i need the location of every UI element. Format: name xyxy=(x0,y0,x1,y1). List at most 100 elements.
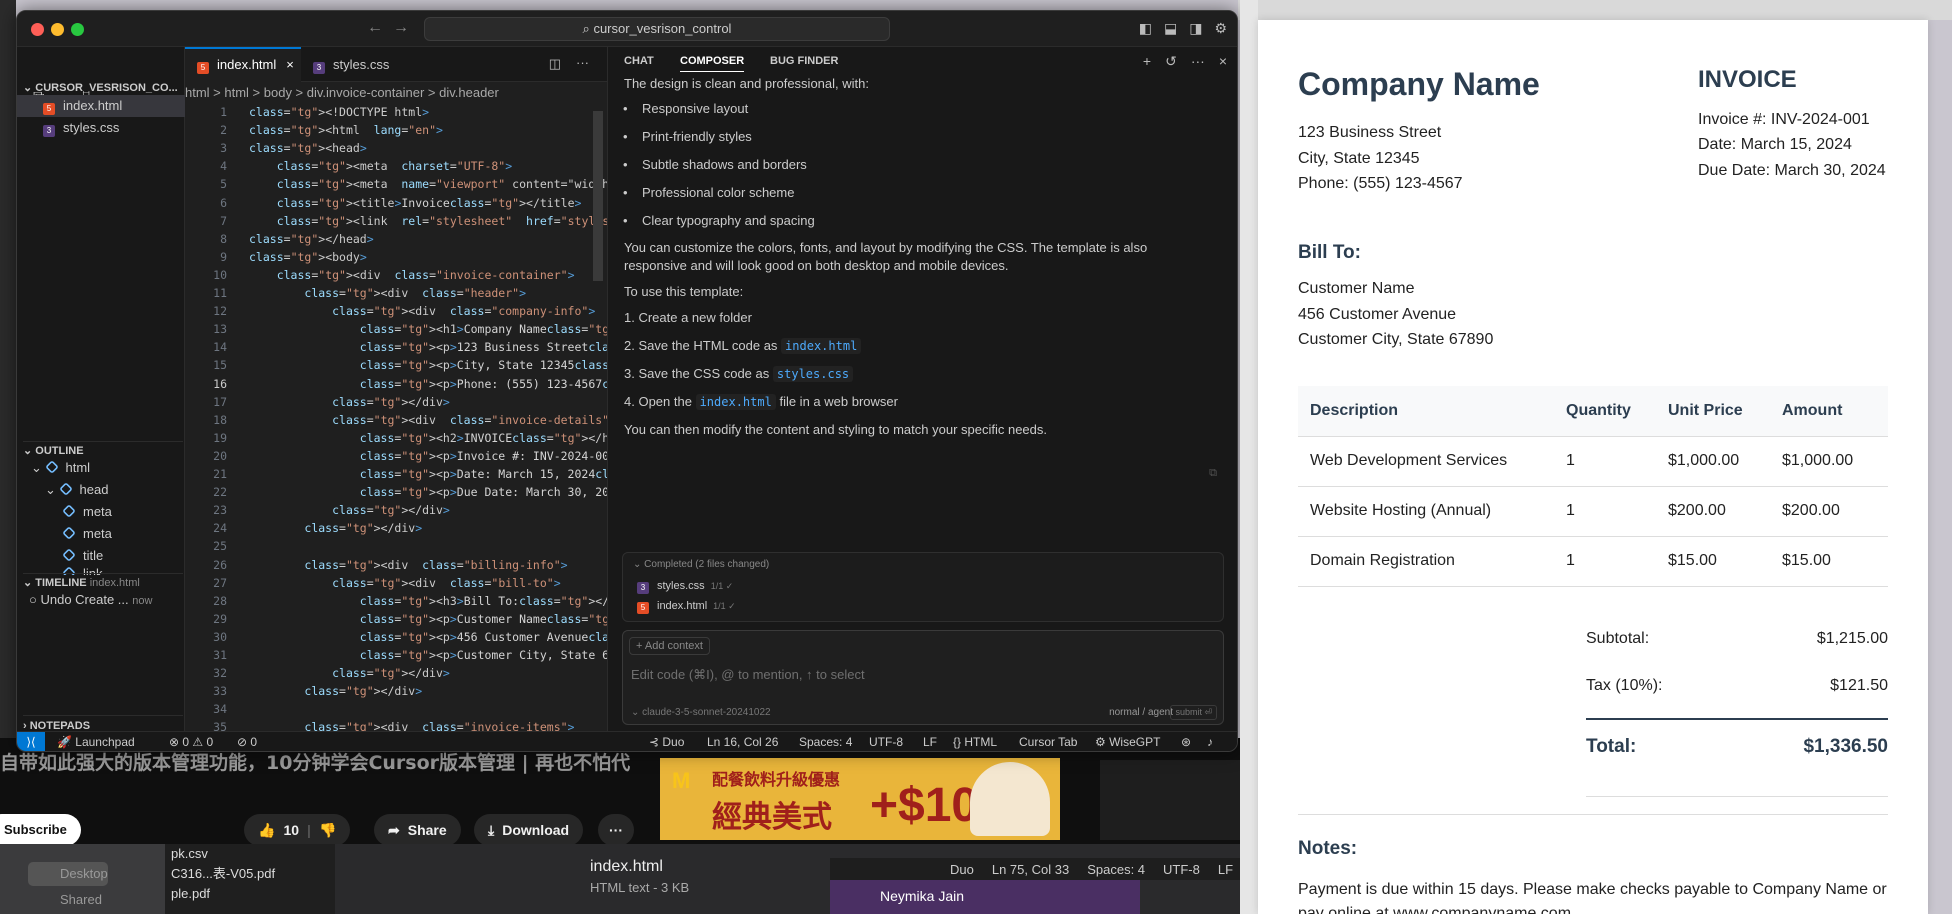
code-line[interactable]: class="tg"><div class="invoice-details"> xyxy=(249,413,607,427)
settings-gear-icon[interactable]: ⚙ xyxy=(1214,20,1227,37)
toggle-sidebar-icon[interactable]: ◧ xyxy=(1139,20,1152,37)
code-line[interactable]: class="tg"><div class="invoice-items"> xyxy=(249,720,574,731)
toggle-secondary-sidebar-icon[interactable]: ◨ xyxy=(1189,20,1202,37)
outline-item[interactable]: ⌄ html xyxy=(17,457,185,479)
tab-composer[interactable]: COMPOSER xyxy=(680,55,745,72)
code-line[interactable]: class="tg"></div> xyxy=(249,684,422,698)
code-line[interactable]: class="tg"><p>Date: March 15, 2024class=… xyxy=(249,467,607,481)
inline-code[interactable]: index.html xyxy=(781,338,862,354)
code-area[interactable]: 1 class="tg"><!DOCTYPE html> 2 class="tg"><… xyxy=(185,104,607,731)
finder-item-desktop[interactable]: Desktop xyxy=(28,862,108,886)
breadcrumb[interactable]: html > html > body > div.invoice-contain… xyxy=(185,82,607,104)
maximize-window-button[interactable] xyxy=(71,23,84,36)
tab-styles-css[interactable]: 3 styles.css xyxy=(301,47,411,82)
thumbs-down-icon[interactable]: 👎 xyxy=(319,814,336,846)
model-selector[interactable]: ⌄ claude-3-5-sonnet-20241022 xyxy=(631,707,771,718)
timeline-entry[interactable]: ○ Undo Create ... now xyxy=(17,589,185,611)
cursor-position[interactable]: Ln 16, Col 26 xyxy=(707,732,778,751)
ports-indicator[interactable]: ⊘ 0 xyxy=(237,732,257,751)
timeline-header[interactable]: ⌄ TIMELINE index.html xyxy=(23,573,183,589)
code-line[interactable]: class="tg"><p>Due Date: March 30, 2024cl… xyxy=(249,485,607,499)
close-tab-icon[interactable]: × xyxy=(286,57,294,72)
copilot-icon[interactable]: ⊛ xyxy=(1181,732,1191,751)
code-line[interactable]: class="tg"><p>City, State 12345class="tg… xyxy=(249,358,607,372)
file-styles-css[interactable]: 3 styles.css xyxy=(17,117,185,139)
code-line[interactable]: class="tg"><div class="bill-to"> xyxy=(249,576,561,590)
tab-index-html[interactable]: 5 index.html × xyxy=(185,47,301,82)
code-line[interactable]: class="tg"><meta name="viewport" content… xyxy=(249,177,607,191)
tab-bug-finder[interactable]: BUG FINDER xyxy=(770,55,838,67)
finder-file[interactable]: pk.csv xyxy=(165,844,335,864)
tab-chat[interactable]: CHAT xyxy=(624,55,654,67)
cursor-tab-toggle[interactable]: Cursor Tab xyxy=(1019,732,1077,751)
history-icon[interactable]: ↺ xyxy=(1165,53,1177,70)
code-line[interactable]: class="tg"><div class="header"> xyxy=(249,286,526,300)
forward-arrow-icon[interactable]: → xyxy=(393,19,409,37)
finder-item-shared[interactable]: Shared xyxy=(28,888,102,912)
code-line[interactable]: class="tg"><p>456 Customer Avenueclass="… xyxy=(249,630,607,644)
changed-file[interactable]: 5 index.html 1/1 ✓ xyxy=(637,600,736,614)
code-line[interactable]: class="tg"><head> xyxy=(249,141,367,155)
notifications-bell-icon[interactable]: ♪ xyxy=(1207,732,1213,751)
share-button[interactable]: ➦ Share xyxy=(374,814,461,846)
plus-icon[interactable]: + xyxy=(1143,53,1151,70)
indentation[interactable]: Spaces: 4 xyxy=(799,732,852,751)
code-line[interactable]: class="tg"><body> xyxy=(249,250,367,264)
language-mode[interactable]: {} HTML xyxy=(953,732,997,751)
code-line[interactable]: class="tg"><!DOCTYPE html> xyxy=(249,105,429,119)
advertisement-banner[interactable]: M 配餐飲料升級優惠 經典美式 +$10 xyxy=(660,758,1060,840)
remote-indicator-icon[interactable]: ⟩⟨ xyxy=(17,732,45,751)
code-line[interactable]: class="tg"><html lang="en"> xyxy=(249,123,443,137)
notepads-header[interactable]: › NOTEPADS xyxy=(23,715,183,732)
finder-file[interactable]: C316...表-V05.pdf xyxy=(165,864,335,884)
toggle-panel-icon[interactable]: ⬓ xyxy=(1164,20,1177,37)
more-actions-icon[interactable]: ··· xyxy=(576,55,589,70)
completed-label[interactable]: ⌄ Completed (2 files changed) xyxy=(633,559,769,570)
code-line[interactable]: class="tg"><div class="invoice-container… xyxy=(249,268,575,282)
split-editor-icon[interactable]: ◫ xyxy=(549,56,561,72)
code-line[interactable]: class="tg"><title>Invoiceclass="tg"></ti… xyxy=(249,196,582,210)
inline-code[interactable]: index.html xyxy=(695,394,776,410)
code-line[interactable]: class="tg"><meta charset="UTF-8"> xyxy=(249,159,512,173)
code-line[interactable]: class="tg"><p>Customer Nameclass="tg"></… xyxy=(249,612,607,626)
code-line[interactable]: class="tg"></div> xyxy=(249,666,450,680)
more-options-button[interactable]: ··· xyxy=(598,814,634,846)
composer-input-box[interactable]: + Add context Edit code (⌘I), @ to menti… xyxy=(622,630,1224,725)
file-index-html[interactable]: 5 index.html xyxy=(17,95,185,117)
end-of-line[interactable]: LF xyxy=(923,732,937,751)
explorer-folder-header[interactable]: ⌄ CURSOR_VESRISON_CO... xyxy=(23,81,183,94)
mode-toggle[interactable]: normal / agent xyxy=(1109,707,1173,718)
encoding[interactable]: UTF-8 xyxy=(869,732,903,751)
code-line[interactable]: class="tg"></div> xyxy=(249,521,422,535)
editor-scrollbar[interactable] xyxy=(593,111,603,281)
code-line[interactable]: class="tg"><p>Invoice #: INV-2024-001cla… xyxy=(249,449,607,463)
problems-indicator[interactable]: ⊗ 0 ⚠ 0 xyxy=(169,732,213,751)
back-arrow-icon[interactable]: ← xyxy=(367,19,383,37)
duo-indicator[interactable]: ⊰ Duo xyxy=(649,732,684,751)
code-line[interactable]: class="tg"></head> xyxy=(249,232,374,246)
add-context-button[interactable]: + Add context xyxy=(629,637,710,655)
code-line[interactable]: class="tg"></div> xyxy=(249,395,450,409)
composer-input-placeholder[interactable]: Edit code (⌘I), @ to mention, ↑ to selec… xyxy=(631,667,865,683)
minimize-window-button[interactable] xyxy=(51,23,64,36)
code-line[interactable]: class="tg"><h2>INVOICEclass="tg"></h2> xyxy=(249,431,607,445)
finder-file[interactable]: ple.pdf xyxy=(165,884,335,904)
code-line[interactable]: class="tg"><p>Customer City, State 67890… xyxy=(249,648,607,662)
inline-code[interactable]: styles.css xyxy=(772,366,854,382)
code-line[interactable]: class="tg"><h3>Bill To:class="tg"></h3> xyxy=(249,594,607,608)
wisegpt-button[interactable]: ⚙ WiseGPT xyxy=(1095,732,1160,751)
like-button[interactable]: 👍 10 | 👎 xyxy=(244,814,351,846)
outline-header[interactable]: ⌄ OUTLINE xyxy=(23,441,183,457)
close-window-button[interactable] xyxy=(31,23,44,36)
code-line[interactable]: class="tg"></div> xyxy=(249,503,450,517)
more-actions-icon[interactable]: ··· xyxy=(1191,53,1205,70)
code-line[interactable]: class="tg"><div class="billing-info"> xyxy=(249,558,567,572)
launchpad-button[interactable]: 🚀 Launchpad xyxy=(57,732,135,751)
command-search-input[interactable]: ⌕ cursor_vesrison_control xyxy=(424,17,890,41)
code-line[interactable]: class="tg"><p>123 Business Streetclass="… xyxy=(249,340,607,354)
close-icon[interactable]: × xyxy=(1219,53,1227,70)
code-line[interactable]: class="tg"><p>Phone: (555) 123-4567class… xyxy=(249,377,607,391)
submit-button[interactable]: submit ⏎ xyxy=(1170,705,1217,720)
copy-icon[interactable]: ⧉ xyxy=(1209,467,1217,480)
outline-item[interactable]: ⌄ head xyxy=(17,479,185,501)
